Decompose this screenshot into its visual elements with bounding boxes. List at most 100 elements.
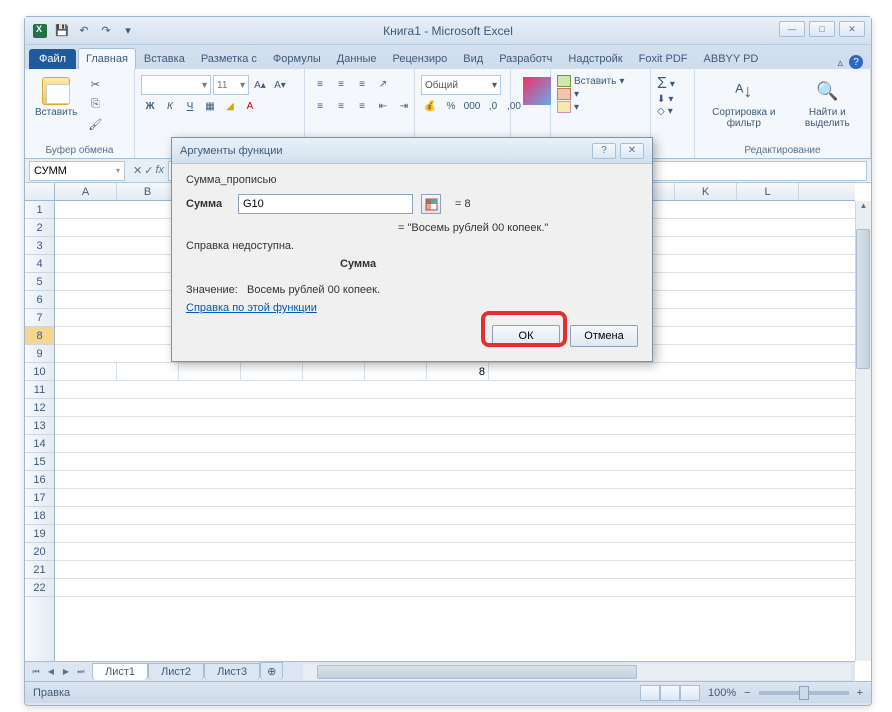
horizontal-scrollbar[interactable] [303, 664, 851, 680]
format-cells-button[interactable]: ▾ [557, 101, 624, 113]
name-box[interactable]: СУММ▾ [29, 161, 125, 181]
paste-button[interactable]: Вставить [31, 75, 81, 120]
function-help-link[interactable]: Справка по этой функции [186, 302, 638, 314]
row-header[interactable]: 6 [25, 291, 54, 309]
col-header[interactable]: K [675, 183, 737, 200]
scroll-thumb[interactable] [856, 229, 870, 369]
find-select-button[interactable]: 🔍 Найти и выделить [791, 75, 864, 131]
scroll-up-icon[interactable]: ▲ [856, 201, 871, 215]
zoom-out-icon[interactable]: − [744, 687, 750, 699]
comma-icon[interactable]: 000 [463, 97, 481, 115]
tab-foxit[interactable]: Foxit PDF [631, 48, 696, 69]
new-sheet-tab[interactable]: ⊕ [260, 662, 283, 680]
fill-color-icon[interactable]: ◢ [221, 97, 239, 115]
row-header[interactable]: 9 [25, 345, 54, 363]
tab-abbyy[interactable]: ABBYY PD [696, 48, 767, 69]
decrease-font-icon[interactable]: A▾ [271, 76, 289, 94]
inc-decimal-icon[interactable]: ,0 [484, 97, 502, 115]
redo-icon[interactable]: ↷ [97, 22, 115, 40]
row-header[interactable]: 5 [25, 273, 54, 291]
sheet-tab[interactable]: Лист3 [204, 663, 260, 680]
zoom-slider[interactable] [759, 691, 849, 695]
enter-formula-icon[interactable]: ✓ [144, 164, 153, 177]
sort-filter-button[interactable]: ᴬ↓ Сортировка и фильтр [701, 75, 787, 131]
help-icon[interactable]: ? [849, 55, 863, 69]
tab-first-icon[interactable]: ⏮ [29, 667, 43, 677]
minimize-button[interactable]: — [779, 21, 805, 37]
maximize-button[interactable]: □ [809, 21, 835, 37]
row-header[interactable]: 11 [25, 381, 54, 399]
tab-home[interactable]: Главная [78, 48, 136, 69]
dialog-titlebar[interactable]: Аргументы функции ? ✕ [172, 138, 652, 164]
percent-icon[interactable]: % [442, 97, 460, 115]
row-header[interactable]: 4 [25, 255, 54, 273]
font-color-icon[interactable]: A [241, 97, 259, 115]
sheet-tab[interactable]: Лист1 [92, 663, 148, 680]
row-header[interactable]: 19 [25, 525, 54, 543]
row-header[interactable]: 3 [25, 237, 54, 255]
tab-review[interactable]: Рецензиро [385, 48, 456, 69]
insert-cells-button[interactable]: Вставить▾ [557, 75, 624, 87]
row-header[interactable]: 13 [25, 417, 54, 435]
currency-icon[interactable]: 💰 [421, 97, 439, 115]
row-header[interactable]: 7 [25, 309, 54, 327]
close-button[interactable]: ✕ [839, 21, 865, 37]
undo-icon[interactable]: ↶ [75, 22, 93, 40]
delete-cells-button[interactable]: ▾ [557, 88, 624, 100]
tab-addins[interactable]: Надстройк [560, 48, 630, 69]
tab-file[interactable]: Файл [29, 49, 76, 69]
col-header[interactable]: B [117, 183, 179, 200]
col-header[interactable]: A [55, 183, 117, 200]
align-center-icon[interactable]: ≡ [332, 97, 350, 115]
ok-button[interactable]: ОК [492, 325, 560, 347]
fx-icon[interactable]: fx [155, 164, 164, 177]
row-header[interactable]: 17 [25, 489, 54, 507]
increase-font-icon[interactable]: A▴ [251, 76, 269, 94]
tab-insert[interactable]: Вставка [136, 48, 193, 69]
align-mid-icon[interactable]: ≡ [332, 75, 350, 93]
zoom-in-icon[interactable]: + [857, 687, 863, 699]
border-icon[interactable]: ▦ [201, 97, 219, 115]
fill-icon[interactable]: ⬇▾ [657, 94, 675, 105]
row-header[interactable]: 1 [25, 201, 54, 219]
row-header[interactable]: 22 [25, 579, 54, 597]
save-icon[interactable]: 💾 [53, 22, 71, 40]
qat-dropdown-icon[interactable]: ▾ [119, 22, 137, 40]
align-right-icon[interactable]: ≡ [353, 97, 371, 115]
format-painter-icon[interactable]: 🖌 [85, 115, 105, 133]
normal-view-icon[interactable] [640, 685, 660, 701]
tab-developer[interactable]: Разработч [491, 48, 560, 69]
tab-next-icon[interactable]: ▶ [59, 667, 73, 677]
sheet-tab[interactable]: Лист2 [148, 663, 204, 680]
range-selector-icon[interactable] [421, 194, 441, 214]
row-header[interactable]: 12 [25, 399, 54, 417]
autosum-icon[interactable]: Σ▾ [657, 75, 675, 93]
row-header[interactable]: 14 [25, 435, 54, 453]
col-header[interactable]: L [737, 183, 799, 200]
tab-last-icon[interactable]: ⏭ [74, 667, 88, 677]
row-header[interactable]: 2 [25, 219, 54, 237]
ribbon-minimize-icon[interactable]: ▵ [837, 56, 843, 69]
dialog-help-button[interactable]: ? [592, 143, 616, 159]
row-header[interactable]: 16 [25, 471, 54, 489]
cut-icon[interactable]: ✂ [85, 75, 105, 93]
tab-pagelayout[interactable]: Разметка с [193, 48, 265, 69]
bold-icon[interactable]: Ж [141, 97, 159, 115]
align-left-icon[interactable]: ≡ [311, 97, 329, 115]
row-header[interactable]: 15 [25, 453, 54, 471]
row-header[interactable]: 21 [25, 561, 54, 579]
arg-input-summa[interactable] [238, 194, 413, 214]
row-header[interactable]: 8 [25, 327, 54, 345]
select-all-corner[interactable] [25, 183, 55, 200]
row-header[interactable]: 18 [25, 507, 54, 525]
number-format-select[interactable]: Общий▾ [421, 75, 501, 95]
clear-icon[interactable]: ◇▾ [657, 106, 675, 117]
tab-view[interactable]: Вид [455, 48, 491, 69]
font-size-select[interactable]: 11▾ [213, 75, 249, 95]
vertical-scrollbar[interactable]: ▲ [855, 201, 871, 661]
pagebreak-view-icon[interactable] [680, 685, 700, 701]
dialog-close-button[interactable]: ✕ [620, 143, 644, 159]
row-header[interactable]: 10 [25, 363, 54, 381]
tab-formulas[interactable]: Формулы [265, 48, 329, 69]
layout-view-icon[interactable] [660, 685, 680, 701]
